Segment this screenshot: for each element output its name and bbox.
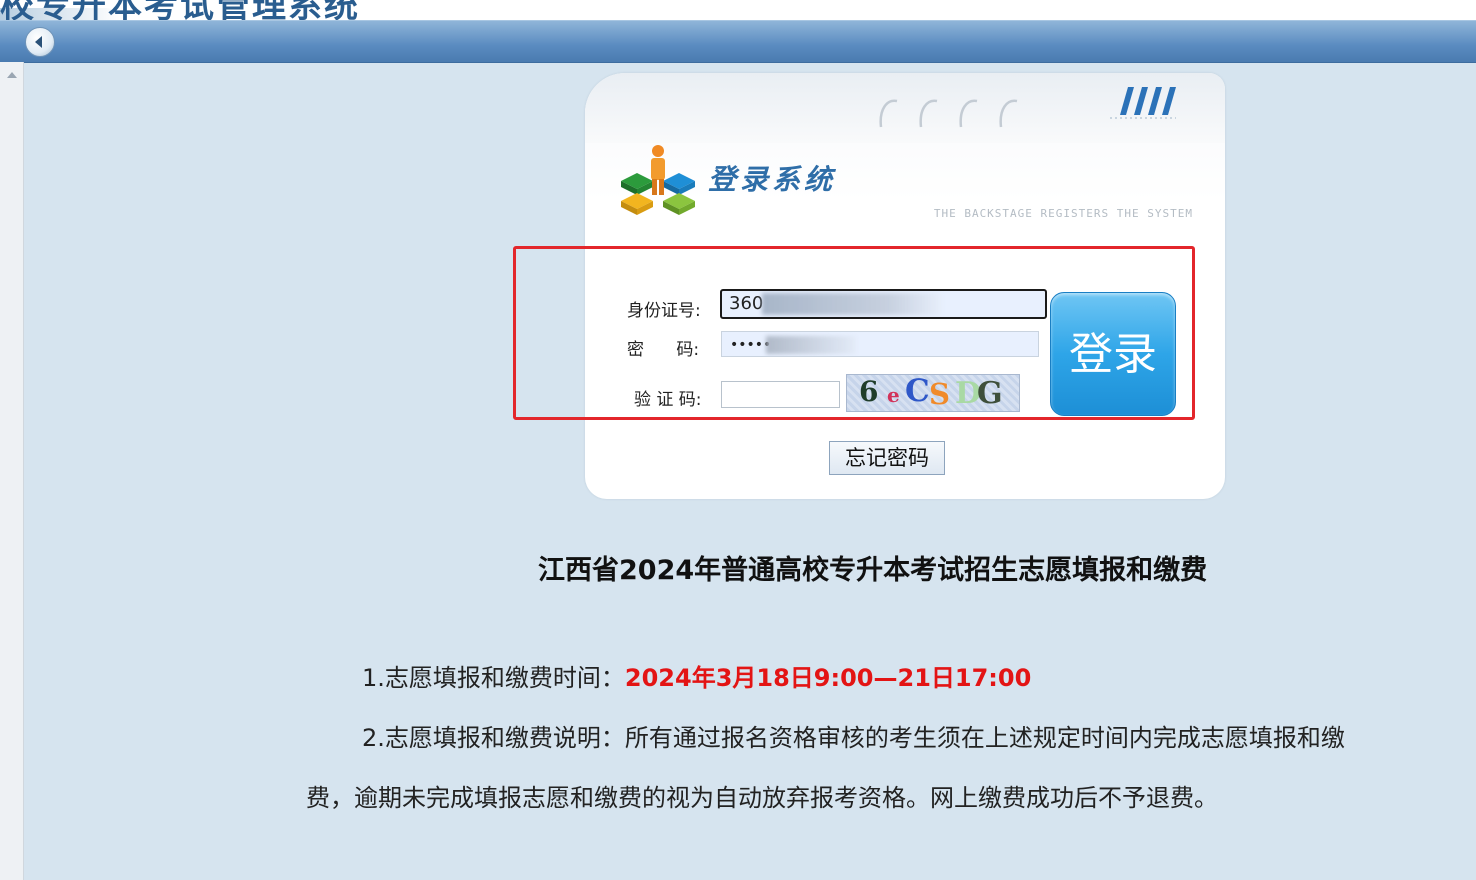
forgot-password-button[interactable]: 忘记密码 (829, 441, 945, 475)
notice-title: 江西省2024年普通高校专升本考试招生志愿填报和缴费 (538, 555, 1208, 586)
toolbar (0, 20, 1476, 63)
id-number-value: 360 (729, 293, 764, 314)
password-label: 密 码: (627, 340, 700, 360)
stripes-decoration (1110, 87, 1176, 119)
captcha-label: 验 证 码: (634, 390, 702, 410)
redaction-blur (762, 293, 942, 315)
window-title: 校专升本考试管理系统 (0, 0, 360, 20)
notice-item-1-label: 1.志愿填报和缴费时间： (362, 664, 625, 692)
vertical-scrollbar[interactable] (0, 62, 24, 880)
notice-item-1: 1.志愿填报和缴费时间：2024年3月18日9:00—21日17:00 (362, 658, 1031, 693)
captcha-char: 6 (859, 375, 879, 408)
redaction-blur (766, 336, 856, 354)
login-system-title: 登录系统 (708, 163, 837, 196)
password-input[interactable]: ••••• (721, 331, 1039, 357)
binder-rings-decoration (879, 99, 1018, 128)
back-arrow-icon[interactable] (25, 27, 55, 57)
id-number-label: 身份证号: (627, 301, 701, 321)
notice-item-2-line-1: 2.志愿填报和缴费说明：所有通过报名资格审核的考生须在上述规定时间内完成志愿填报… (362, 724, 1345, 752)
id-number-input[interactable]: 360 (720, 289, 1047, 319)
user-blocks-logo-icon (621, 145, 695, 215)
captcha-char: S (929, 377, 950, 411)
captcha-char: e (887, 383, 900, 407)
scroll-up-arrow-icon[interactable] (7, 72, 17, 78)
notice-item-2-line-2: 费，逾期未完成填报志愿和缴费的视为自动放弃报考资格。网上缴费成功后不予退费。 (306, 784, 1218, 812)
login-system-subtitle: THE BACKSTAGE REGISTERS THE SYSTEM (933, 207, 1193, 220)
login-button[interactable]: 登录 (1050, 292, 1176, 416)
captcha-input[interactable] (721, 381, 840, 408)
captcha-image[interactable]: 6 e C S D G (846, 374, 1020, 412)
notice-item-1-time: 2024年3月18日9:00—21日17:00 (624, 664, 1032, 692)
window-title-bar: 校专升本考试管理系统 (0, 0, 1476, 20)
captcha-char: G (977, 376, 1003, 411)
captcha-char: C (905, 374, 930, 409)
